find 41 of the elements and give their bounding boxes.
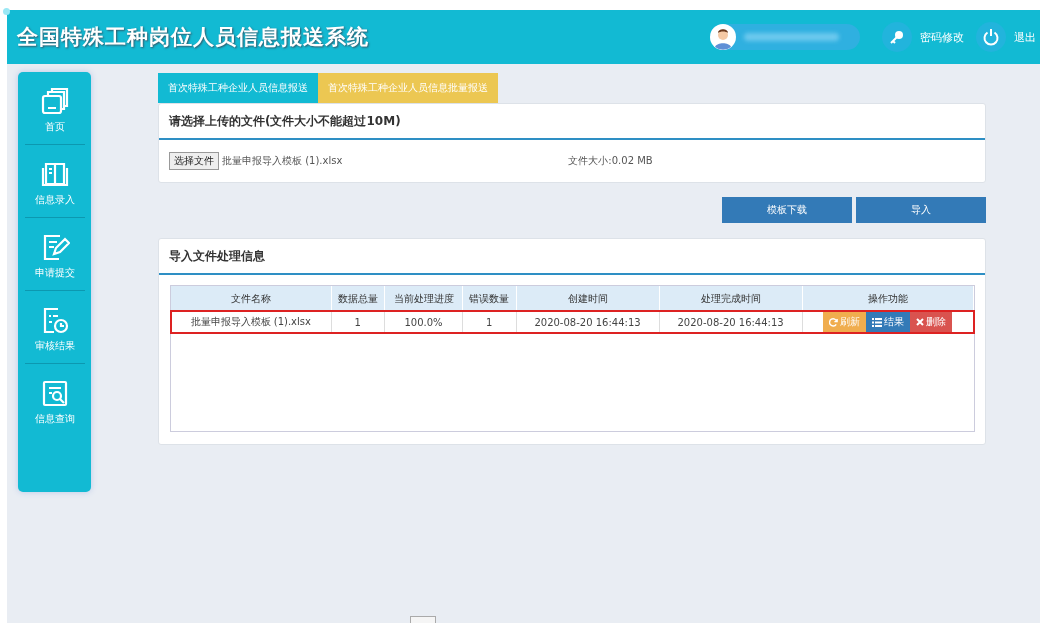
tab[interactable]: 首次特殊工种企业人员信息报送 <box>158 73 318 103</box>
sidebar-item[interactable]: 信息查询 <box>24 364 85 436</box>
sidebar-item[interactable]: 首页 <box>24 72 85 145</box>
table-cell: 批量申报导入模板 (1).xlsx <box>171 311 331 333</box>
row-action-button[interactable]: 刷新 <box>823 311 867 333</box>
row-action-button[interactable]: 结果 <box>866 311 911 333</box>
panel-title: 导入文件处理信息 <box>159 239 985 275</box>
power-icon <box>982 28 1000 46</box>
close-icon <box>916 318 925 326</box>
choose-file-button[interactable]: 选择文件 <box>169 152 219 170</box>
table-row[interactable]: 批量申报导入模板 (1).xlsx 1 100.0% 1 2020-08-20 16:44:13 2020-08-20 16:44:13 刷新 结果 删除 <box>171 311 974 333</box>
avatar-icon <box>710 24 736 50</box>
app-title: 全国特殊工种岗位人员信息报送系统 <box>17 23 369 51</box>
file-name: 批量申报导入模板 (1).xlsx <box>222 154 343 168</box>
glow-dot <box>3 8 10 15</box>
column-header: 处理完成时间 <box>659 286 803 311</box>
sidebar-item[interactable]: 审核结果 <box>24 291 85 364</box>
table-cell: 2020-08-20 16:44:13 <box>516 311 660 333</box>
table-cell: 2020-08-20 16:44:13 <box>659 311 803 333</box>
tab[interactable]: 首次特殊工种企业人员信息批量报送 <box>318 73 498 103</box>
panel-title: 请选择上传的文件(文件大小不能超过10M) <box>159 104 985 140</box>
column-header: 创建时间 <box>516 286 660 311</box>
sidebar-item[interactable]: 申请提交 <box>24 218 85 291</box>
refresh-icon <box>829 317 839 327</box>
table-cell: 1 <box>462 311 516 333</box>
sidebar-item[interactable]: 信息录入 <box>24 145 85 218</box>
pages-icon <box>39 86 70 116</box>
cut-off-button[interactable] <box>410 616 436 623</box>
user-pill[interactable] <box>710 24 860 50</box>
list-icon <box>872 317 883 327</box>
action-button[interactable]: 模板下载 <box>722 197 852 223</box>
row-action-button[interactable]: 删除 <box>910 311 953 333</box>
column-header: 文件名称 <box>171 286 331 311</box>
table-cell: 1 <box>331 311 385 333</box>
column-header: 当前处理进度 <box>384 286 463 311</box>
column-header: 操作功能 <box>802 286 974 311</box>
table-cell: 100.0% <box>384 311 463 333</box>
file-size: 文件大小:0.02 MB <box>568 154 653 168</box>
key-icon <box>889 29 905 45</box>
header-action[interactable]: 密码修改 <box>882 22 964 52</box>
action-button[interactable]: 导入 <box>856 197 986 223</box>
